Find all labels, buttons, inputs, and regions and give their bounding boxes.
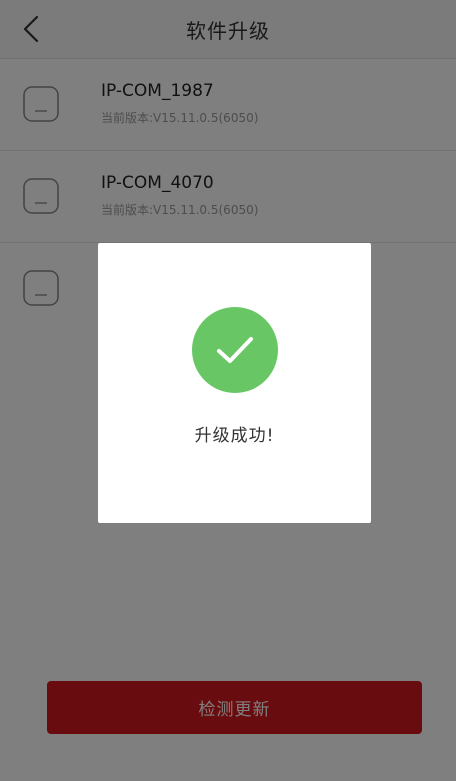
success-badge <box>192 307 278 393</box>
success-dialog: 升级成功! <box>98 243 371 523</box>
software-upgrade-screen: 软件升级 IP-COM_1987 当前版本:V15.11.0.5(6050) I… <box>0 0 456 781</box>
success-message: 升级成功! <box>194 426 275 446</box>
checkmark-icon <box>217 337 253 363</box>
